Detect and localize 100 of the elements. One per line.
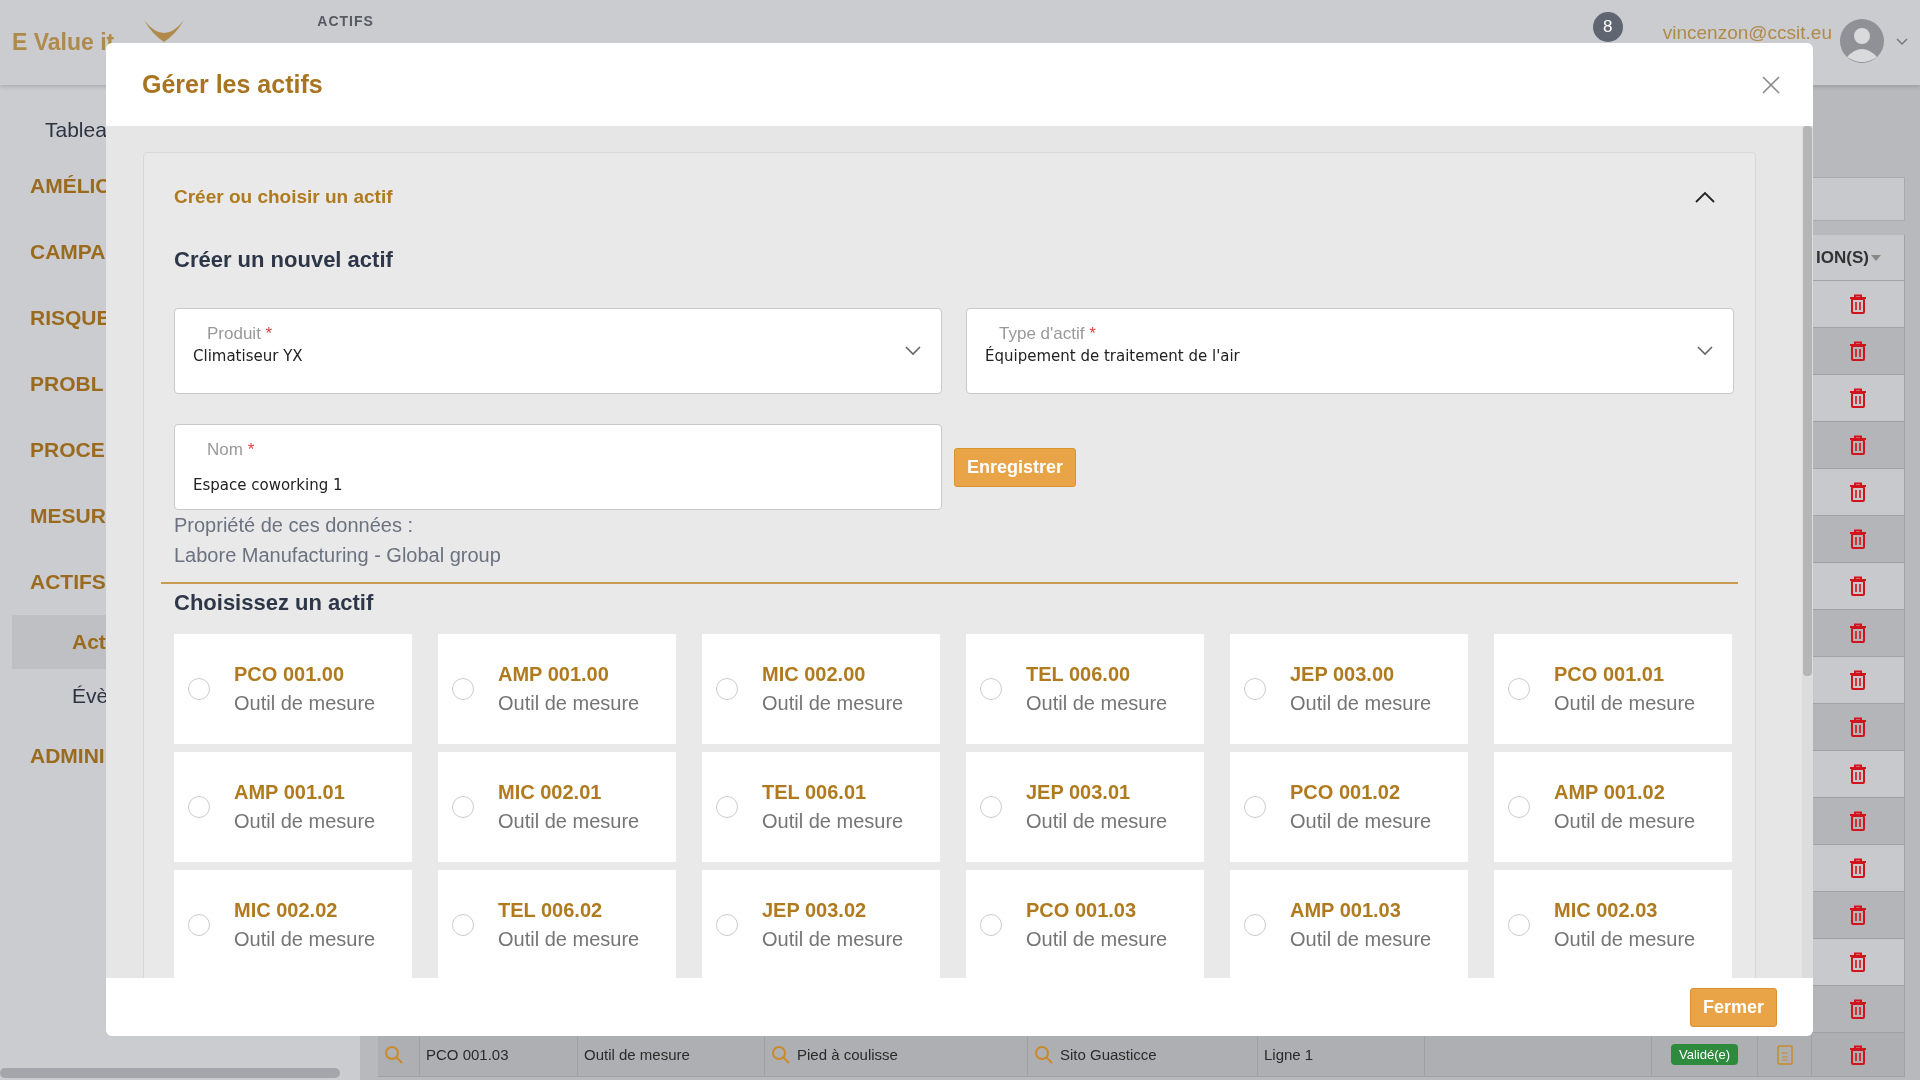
- asset-code: TEL 006.00: [1026, 663, 1132, 686]
- asset-type: Outil de mesure: [498, 928, 640, 951]
- status-badge: Validé(e): [1670, 1044, 1739, 1065]
- section-heading: Créer un nouvel actif: [174, 247, 394, 273]
- asset-type: Outil de mesure: [762, 810, 904, 833]
- section-label: ACTIFS: [317, 13, 374, 29]
- section-heading: Choisissez un actif: [174, 590, 375, 616]
- trash-icon[interactable]: [1849, 858, 1867, 878]
- asset-card[interactable]: AMP 001.03 Outil de mesure: [1230, 870, 1468, 978]
- asset-card[interactable]: AMP 001.01 Outil de mesure: [174, 752, 412, 862]
- asset-code: JEP 003.00: [1290, 663, 1396, 686]
- asset-card[interactable]: TEL 006.01 Outil de mesure: [702, 752, 940, 862]
- sidebar-item[interactable]: PROCE: [0, 417, 105, 483]
- asset-code: JEP 003.02: [762, 899, 868, 922]
- asset-code: MIC 002.00: [762, 663, 867, 686]
- asset-card[interactable]: AMP 001.00 Outil de mesure: [438, 634, 676, 744]
- trash-icon[interactable]: [1849, 388, 1867, 408]
- asset-type: Outil de mesure: [1026, 810, 1168, 833]
- form-field[interactable]: Nom * Espace coworking 1: [174, 424, 942, 510]
- asset-code: PCO 001.01: [1554, 663, 1666, 686]
- trash-icon[interactable]: [1849, 1044, 1867, 1065]
- trash-icon[interactable]: [1849, 576, 1867, 596]
- sidebar-item[interactable]: Évè: [0, 669, 109, 723]
- field-label: Type d'actif: [999, 323, 1085, 343]
- trash-icon[interactable]: [1849, 811, 1867, 831]
- asset-code: PCO 001.00: [234, 663, 346, 686]
- scrollbar[interactable]: [0, 1068, 340, 1078]
- asset-type: Outil de mesure: [234, 810, 376, 833]
- trash-icon[interactable]: [1849, 623, 1867, 643]
- asset-card[interactable]: MIC 002.00 Outil de mesure: [702, 634, 940, 744]
- asset-code: AMP 001.02: [1554, 781, 1666, 804]
- required-mark: *: [247, 440, 255, 459]
- search-icon[interactable]: [384, 1044, 404, 1065]
- asset-card[interactable]: MIC 002.02 Outil de mesure: [174, 870, 412, 978]
- asset-code: AMP 001.03: [1290, 899, 1402, 922]
- asset-card[interactable]: AMP 001.02 Outil de mesure: [1494, 752, 1732, 862]
- sidebar-item[interactable]: CAMPA: [0, 219, 106, 285]
- asset-card[interactable]: MIC 002.03 Outil de mesure: [1494, 870, 1732, 978]
- asset-type: Outil de mesure: [762, 692, 904, 715]
- asset-card[interactable]: TEL 006.00 Outil de mesure: [966, 634, 1204, 744]
- required-mark: *: [265, 323, 273, 343]
- asset-code: TEL 006.02: [498, 899, 604, 922]
- chevron-down-icon[interactable]: [1697, 346, 1713, 356]
- asset-card[interactable]: TEL 006.02 Outil de mesure: [438, 870, 676, 978]
- trash-icon[interactable]: [1849, 999, 1867, 1019]
- asset-type: Outil de mesure: [1290, 810, 1432, 833]
- search-icon[interactable]: [771, 1044, 791, 1065]
- trash-icon[interactable]: [1849, 670, 1867, 690]
- asset-card[interactable]: PCO 001.00 Outil de mesure: [174, 634, 412, 744]
- asset-card[interactable]: MIC 002.01 Outil de mesure: [438, 752, 676, 862]
- asset-card[interactable]: JEP 003.00 Outil de mesure: [1230, 634, 1468, 744]
- asset-code: PCO 001.02: [1290, 781, 1402, 804]
- sidebar-item[interactable]: Act: [12, 615, 106, 669]
- table-cell: Ligne 1: [1264, 1046, 1314, 1063]
- accordion-title[interactable]: Créer ou choisir un actif: [174, 186, 393, 208]
- asset-type: Outil de mesure: [1554, 810, 1696, 833]
- asset-code: MIC 002.03: [1554, 899, 1659, 922]
- trash-icon[interactable]: [1849, 717, 1867, 737]
- trash-icon[interactable]: [1849, 952, 1867, 972]
- table-cell: Outil de mesure: [584, 1046, 690, 1063]
- asset-card[interactable]: PCO 001.02 Outil de mesure: [1230, 752, 1468, 862]
- asset-type: Outil de mesure: [1554, 928, 1696, 951]
- asset-card[interactable]: JEP 003.01 Outil de mesure: [966, 752, 1204, 862]
- scrollbar[interactable]: [1802, 126, 1813, 978]
- sort-icon[interactable]: [1870, 254, 1881, 261]
- close-icon[interactable]: [1762, 75, 1780, 94]
- sidebar-item[interactable]: PROBL: [0, 351, 104, 417]
- trash-icon[interactable]: [1849, 341, 1867, 361]
- field-value: Équipement de traitement de l'air: [985, 346, 1241, 365]
- asset-code: TEL 006.01: [762, 781, 868, 804]
- field-value: Espace coworking 1: [193, 476, 344, 494]
- asset-type: Outil de mesure: [1554, 692, 1696, 715]
- trash-icon[interactable]: [1849, 529, 1867, 549]
- asset-card[interactable]: PCO 001.03 Outil de mesure: [966, 870, 1204, 978]
- search-icon[interactable]: [1034, 1044, 1054, 1065]
- trash-icon[interactable]: [1849, 764, 1867, 784]
- trash-icon[interactable]: [1849, 435, 1867, 455]
- trash-icon[interactable]: [1849, 905, 1867, 925]
- asset-code: AMP 001.01: [234, 781, 346, 804]
- asset-code: MIC 002.01: [498, 781, 603, 804]
- chevron-icon[interactable]: [1695, 191, 1715, 203]
- trash-icon[interactable]: [1849, 482, 1867, 502]
- asset-code: JEP 003.01: [1026, 781, 1132, 804]
- form-field[interactable]: Type d'actif * Équipement de traitement de l'air: [966, 308, 1734, 394]
- sidebar-item[interactable]: ADMINI: [0, 723, 105, 789]
- chevron-down-icon[interactable]: [905, 346, 921, 356]
- chevron-down-icon[interactable]: [1896, 38, 1908, 46]
- sidebar-item[interactable]: MESUR: [0, 483, 106, 549]
- notification-badge[interactable]: 8: [1592, 12, 1623, 42]
- asset-type: Outil de mesure: [234, 692, 376, 715]
- asset-card[interactable]: PCO 001.01 Outil de mesure: [1494, 634, 1732, 744]
- asset-type: Outil de mesure: [1026, 692, 1168, 715]
- document-icon[interactable]: [1776, 1044, 1793, 1065]
- sidebar-item[interactable]: ACTIFS: [0, 549, 106, 615]
- sidebar-item[interactable]: Tablea: [0, 107, 107, 153]
- avatar-icon[interactable]: [1840, 19, 1884, 63]
- asset-type: Outil de mesure: [234, 928, 376, 951]
- asset-card[interactable]: JEP 003.02 Outil de mesure: [702, 870, 940, 978]
- trash-icon[interactable]: [1849, 294, 1867, 314]
- form-field[interactable]: Produit * Climatiseur YX: [174, 308, 942, 394]
